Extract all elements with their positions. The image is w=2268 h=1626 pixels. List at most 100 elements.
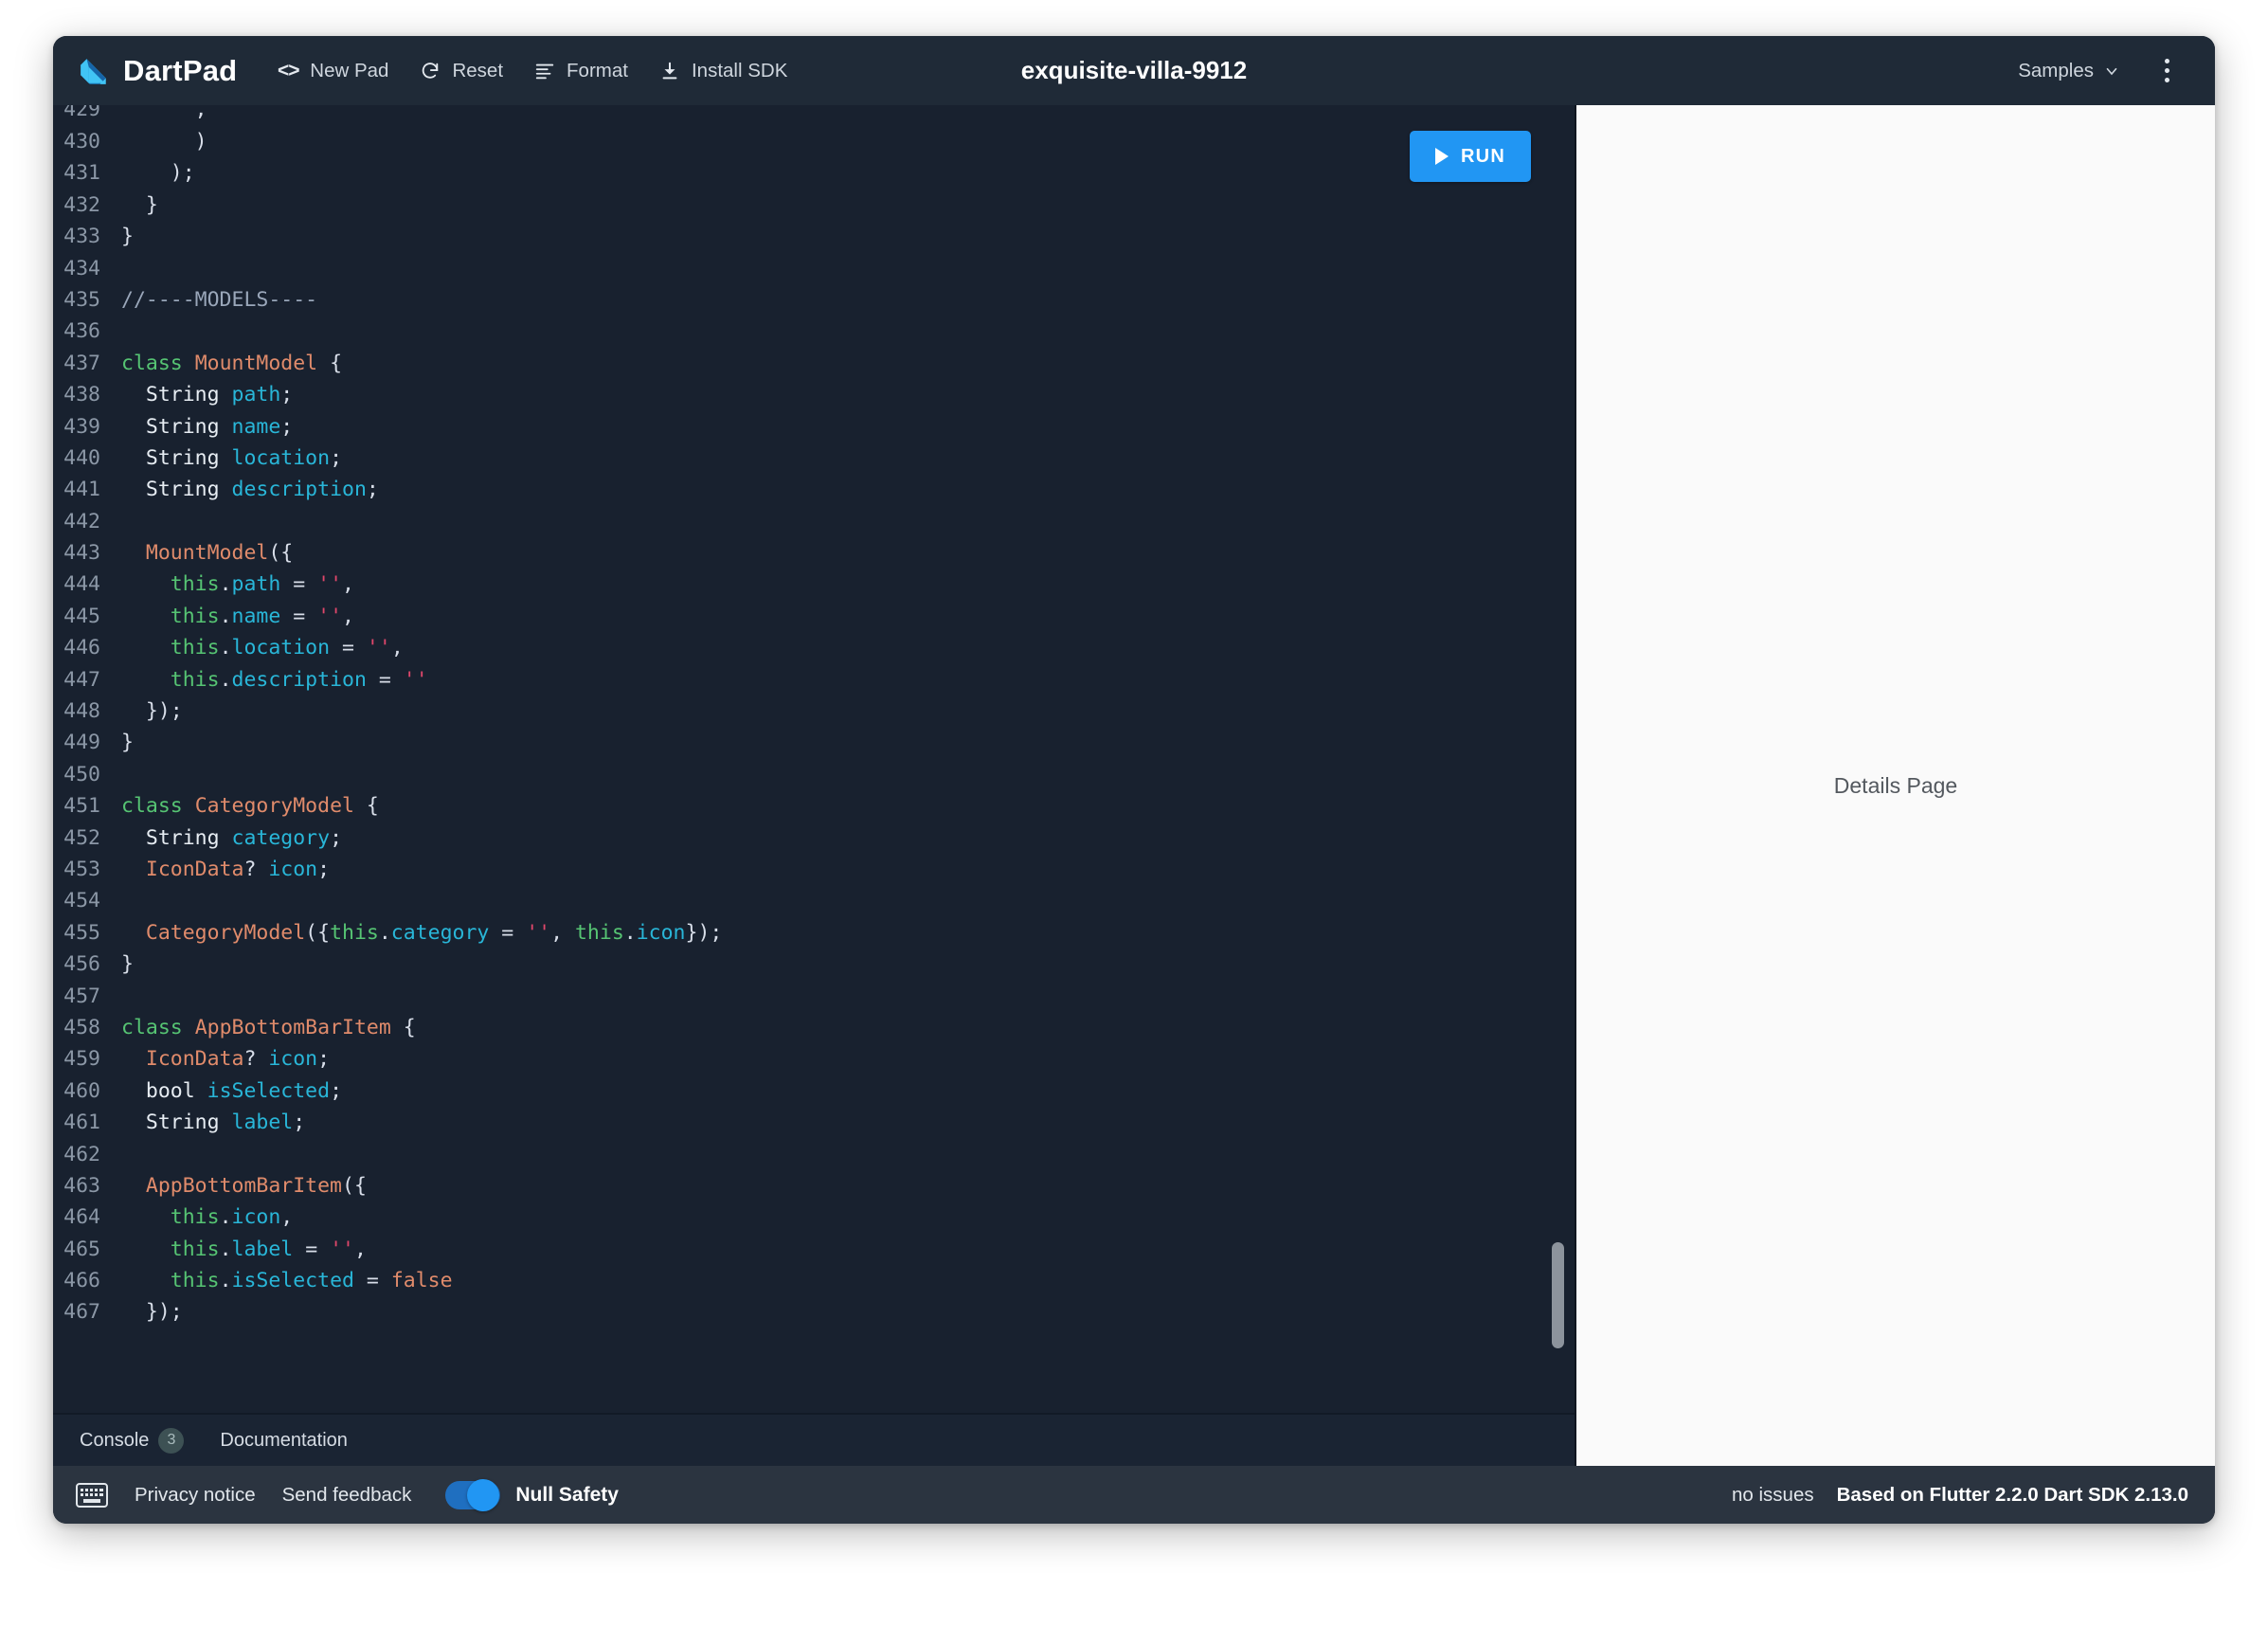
- line-content[interactable]: ,: [112, 105, 1575, 126]
- line-content[interactable]: });: [112, 1296, 1575, 1328]
- line-content[interactable]: this.description = '': [112, 664, 1575, 696]
- line-content[interactable]: String path;: [112, 379, 1575, 410]
- line-content[interactable]: CategoryModel({this.category = '', this.…: [112, 917, 1575, 948]
- code-line[interactable]: 451 class CategoryModel {: [53, 790, 1575, 822]
- code-line[interactable]: 434: [53, 253, 1575, 284]
- editor-column: 429 , 430 ) 431 ); 432 } 433} 434 435//----MOD…: [53, 105, 1575, 1466]
- code-token: ;: [330, 445, 343, 470]
- tab-console[interactable]: Console 3: [72, 1422, 191, 1459]
- line-content[interactable]: this.name = '',: [112, 601, 1575, 632]
- line-content[interactable]: ): [112, 126, 1575, 157]
- code-line[interactable]: 437 class MountModel {: [53, 348, 1575, 379]
- line-content[interactable]: String name;: [112, 411, 1575, 443]
- line-content[interactable]: }: [112, 221, 1575, 252]
- code-line[interactable]: 457: [53, 981, 1575, 1012]
- line-content[interactable]: [112, 981, 1575, 1012]
- install-sdk-button[interactable]: Install SDK: [645, 51, 801, 91]
- code-line[interactable]: 455 CategoryModel({this.category = '', t…: [53, 917, 1575, 948]
- line-content[interactable]: String description;: [112, 474, 1575, 505]
- code-line[interactable]: 449}: [53, 727, 1575, 758]
- code-line[interactable]: 454: [53, 885, 1575, 916]
- tab-documentation[interactable]: Documentation: [212, 1424, 355, 1457]
- format-button[interactable]: Format: [520, 51, 641, 91]
- line-content[interactable]: class CategoryModel {: [112, 790, 1575, 822]
- code-line[interactable]: 435 //----MODELS----: [53, 284, 1575, 316]
- line-number: 457: [63, 984, 100, 1008]
- code-line[interactable]: 432 }: [53, 190, 1575, 221]
- line-content[interactable]: class MountModel {: [112, 348, 1575, 379]
- line-content[interactable]: this.isSelected = false: [112, 1265, 1575, 1296]
- line-content[interactable]: this.path = '',: [112, 569, 1575, 600]
- line-content[interactable]: IconData? icon;: [112, 854, 1575, 885]
- code-line[interactable]: 430 ): [53, 126, 1575, 157]
- code-line[interactable]: 450: [53, 759, 1575, 790]
- keyboard-icon[interactable]: [76, 1482, 108, 1508]
- code-line[interactable]: 461 String label;: [53, 1107, 1575, 1138]
- line-content[interactable]: [112, 506, 1575, 537]
- privacy-notice-link[interactable]: Privacy notice: [135, 1484, 256, 1507]
- more-vertical-icon[interactable]: [2151, 51, 2183, 91]
- line-content[interactable]: this.label = '',: [112, 1234, 1575, 1265]
- line-content[interactable]: );: [112, 157, 1575, 189]
- line-content[interactable]: String category;: [112, 822, 1575, 854]
- line-content[interactable]: //----MODELS----: [112, 284, 1575, 316]
- line-content[interactable]: [112, 316, 1575, 347]
- code-line[interactable]: 441 String description;: [53, 474, 1575, 505]
- line-content[interactable]: [112, 885, 1575, 916]
- line-content[interactable]: bool isSelected;: [112, 1075, 1575, 1107]
- code-line[interactable]: 433}: [53, 221, 1575, 252]
- line-content[interactable]: [112, 759, 1575, 790]
- line-content[interactable]: });: [112, 696, 1575, 727]
- code-line[interactable]: 466 this.isSelected = false: [53, 1265, 1575, 1296]
- reset-button[interactable]: Reset: [405, 51, 516, 91]
- code-line[interactable]: 445 this.name = '',: [53, 601, 1575, 632]
- line-content[interactable]: IconData? icon;: [112, 1043, 1575, 1075]
- line-content[interactable]: }: [112, 727, 1575, 758]
- code-line[interactable]: 464 this.icon,: [53, 1201, 1575, 1233]
- line-content[interactable]: MountModel({: [112, 537, 1575, 569]
- brand-group[interactable]: DartPad: [78, 54, 237, 88]
- code-line[interactable]: 452 String category;: [53, 822, 1575, 854]
- code-line[interactable]: 446 this.location = '',: [53, 632, 1575, 663]
- code-line[interactable]: 453 IconData? icon;: [53, 854, 1575, 885]
- code-line[interactable]: 463 AppBottomBarItem({: [53, 1170, 1575, 1201]
- line-content[interactable]: AppBottomBarItem({: [112, 1170, 1575, 1201]
- line-content[interactable]: }: [112, 190, 1575, 221]
- code-line[interactable]: 456}: [53, 948, 1575, 980]
- code-line[interactable]: 442: [53, 506, 1575, 537]
- line-content[interactable]: String location;: [112, 443, 1575, 474]
- line-content[interactable]: [112, 1139, 1575, 1170]
- code-line[interactable]: 438 String path;: [53, 379, 1575, 410]
- null-safety-toggle[interactable]: [445, 1478, 501, 1511]
- code-line[interactable]: 443 MountModel({: [53, 537, 1575, 569]
- code-line[interactable]: 459 IconData? icon;: [53, 1043, 1575, 1075]
- code-editor[interactable]: 429 , 430 ) 431 ); 432 } 433} 434 435//----MOD…: [53, 105, 1575, 1413]
- code-line[interactable]: 460 bool isSelected;: [53, 1075, 1575, 1107]
- code-line[interactable]: 462: [53, 1139, 1575, 1170]
- samples-dropdown[interactable]: Samples: [2008, 52, 2130, 90]
- editor-vertical-scrollbar[interactable]: [1552, 1242, 1564, 1348]
- send-feedback-link[interactable]: Send feedback: [282, 1484, 412, 1507]
- code-line[interactable]: 458 class AppBottomBarItem {: [53, 1012, 1575, 1043]
- line-content[interactable]: this.location = '',: [112, 632, 1575, 663]
- line-content[interactable]: this.icon,: [112, 1201, 1575, 1233]
- code-line[interactable]: 440 String location;: [53, 443, 1575, 474]
- issues-status[interactable]: no issues: [1732, 1484, 1814, 1507]
- line-content[interactable]: String label;: [112, 1107, 1575, 1138]
- code-line[interactable]: 467 });: [53, 1296, 1575, 1328]
- code-line[interactable]: 436: [53, 316, 1575, 347]
- new-pad-button[interactable]: <> New Pad: [263, 51, 402, 91]
- code-line[interactable]: 465 this.label = '',: [53, 1234, 1575, 1265]
- code-line[interactable]: 444 this.path = '',: [53, 569, 1575, 600]
- line-content[interactable]: [112, 253, 1575, 284]
- code-line[interactable]: 429 ,: [53, 105, 1575, 126]
- code-line[interactable]: 447 this.description = '': [53, 664, 1575, 696]
- line-content[interactable]: }: [112, 948, 1575, 980]
- code-line[interactable]: 431 );: [53, 157, 1575, 189]
- line-content[interactable]: class AppBottomBarItem {: [112, 1012, 1575, 1043]
- code-scroll-region[interactable]: 429 , 430 ) 431 ); 432 } 433} 434 435//----MOD…: [53, 105, 1575, 1413]
- code-line[interactable]: 448 });: [53, 696, 1575, 727]
- run-button[interactable]: RUN: [1410, 131, 1531, 182]
- code-line[interactable]: 439 String name;: [53, 411, 1575, 443]
